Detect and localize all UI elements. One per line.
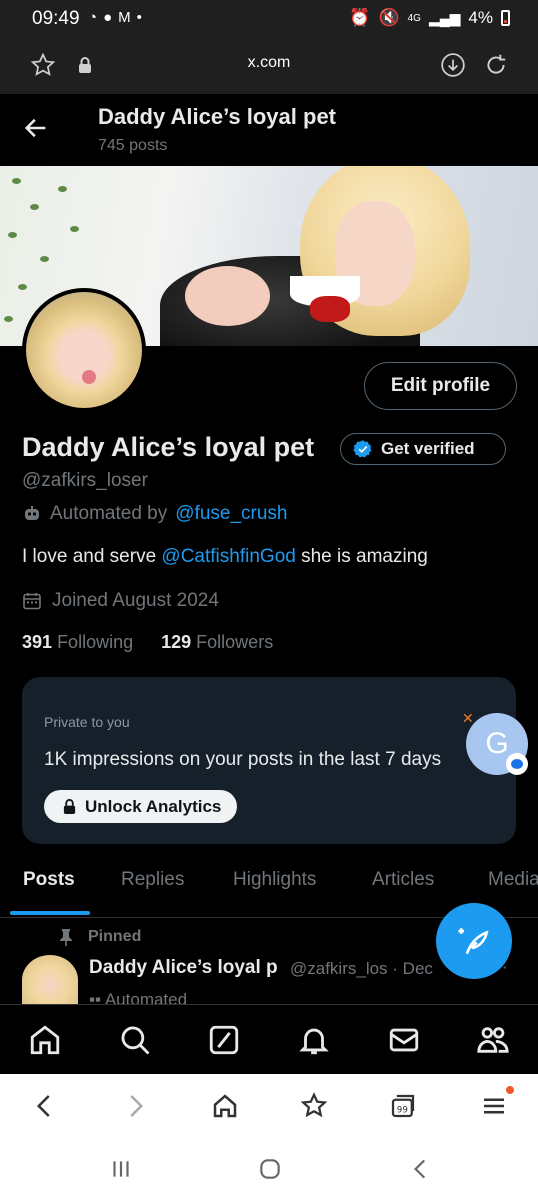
recent-apps-icon[interactable] [108,1156,134,1182]
tabs-icon[interactable]: 99 [388,1091,418,1121]
battery-label: 4% [468,8,493,27]
browser-home-icon[interactable] [210,1091,240,1121]
profile-bio: I love and serve @CatfishfinGod she is a… [22,546,428,568]
communities-icon[interactable] [476,1023,510,1057]
alarm-icon: ⏰ [349,8,371,27]
verified-badge-icon [353,440,372,458]
calendar-icon [23,593,41,610]
followers-link[interactable]: 129 Followers [161,632,273,653]
tab-posts[interactable]: Posts [23,869,75,891]
back-icon[interactable] [30,1091,60,1121]
app-bottom-nav [0,1004,538,1074]
menu-icon[interactable] [479,1091,509,1121]
automated-by-label: Automated by [50,503,168,524]
back-arrow-icon[interactable] [22,114,50,142]
forward-icon[interactable] [120,1091,150,1121]
post-author-name[interactable]: Daddy Alice’s loyal p [89,957,278,979]
search-icon[interactable] [118,1023,152,1057]
notification-icon: ◔ [88,9,98,26]
unlock-analytics-button[interactable]: Unlock Analytics [44,790,238,823]
bio-prefix: I love and serve [22,546,157,567]
browser-bottom-nav: 99 [0,1074,538,1138]
profile-avatar[interactable] [22,288,146,412]
status-time: 09:49 [32,8,80,29]
automated-by-link[interactable]: @fuse_crush [175,503,287,525]
follow-stats: 391 Following 129 Followers [22,632,273,653]
tab-media[interactable]: Media [488,869,538,891]
pinned-label: Pinned [88,928,142,945]
status-bar: 09:49 ◔ ● M • ⏰ 🔇 4G ▂▄▆ 4% [0,0,538,38]
profile-top-bar: Daddy Alice’s loyal pet 745 posts [0,94,538,166]
home-icon[interactable] [28,1023,62,1057]
bot-icon [25,506,39,520]
post-automated-label: ▪▪ Automated [89,990,188,1004]
bio-mention-link[interactable]: @CatfishfinGod [161,546,295,567]
network-label: 4G [407,12,421,24]
download-icon[interactable] [438,50,468,80]
get-verified-label: Get verified [381,439,475,458]
edit-profile-button[interactable]: Edit profile [364,362,517,410]
get-verified-button[interactable]: Get verified [340,433,506,465]
bookmarks-icon[interactable] [299,1091,329,1121]
system-nav-bar [0,1138,538,1200]
profile-handle: @zafkirs_loser [22,470,148,491]
mail-icon: M [118,9,131,26]
notifications-icon[interactable] [297,1023,331,1057]
analytics-card: Private to you 1K impressions on your po… [22,677,516,844]
followers-label: Followers [196,632,274,652]
svg-text:99: 99 [397,1105,408,1115]
unlock-analytics-label: Unlock Analytics [85,796,222,816]
tab-highlights[interactable]: Highlights [233,869,316,891]
system-home-icon[interactable] [257,1156,283,1182]
notification-icons: ◔ ● M • [88,9,142,26]
joined-label: Joined August 2024 [52,590,219,611]
profile-name: Daddy Alice’s loyal pet [22,432,315,462]
following-label: Following [57,632,134,652]
browser-url-bar: x.com [0,38,538,94]
following-count: 391 [22,632,53,652]
header-post-count: 745 posts [98,137,168,154]
active-tab-indicator [10,911,90,915]
automated-by-line: Automated by @fuse_crush [22,503,287,525]
private-label: Private to you [44,714,130,730]
system-back-icon[interactable] [408,1156,434,1182]
grok-icon[interactable] [207,1023,241,1057]
lock-icon [63,799,76,814]
post-author-handle: @zafkirs_los · Dec [290,959,433,978]
pinned-label-row: Pinned [58,928,141,946]
following-link[interactable]: 391 Following [22,632,133,653]
dot-icon: • [136,9,142,26]
tab-replies[interactable]: Replies [121,869,184,891]
post-author-avatar[interactable] [22,955,78,1005]
chat-badge-icon [506,753,528,775]
status-right: ⏰ 🔇 4G ▂▄▆ 4% [349,8,510,28]
header-title: Daddy Alice’s loyal pet [98,104,337,129]
bio-suffix: she is amazing [301,546,428,567]
joined-date: Joined August 2024 [22,590,219,612]
mute-icon: 🔇 [378,8,400,27]
pin-icon [60,929,72,946]
chat-icon: ● [103,9,113,26]
menu-notification-dot [506,1086,514,1094]
followers-count: 129 [161,632,192,652]
compose-post-button[interactable] [436,903,512,979]
tab-articles[interactable]: Articles [372,869,434,891]
messages-icon[interactable] [387,1023,421,1057]
battery-icon [501,10,510,26]
compose-feather-icon [458,928,489,955]
reload-icon[interactable] [481,50,511,80]
signal-icon: ▂▄▆ [428,9,461,26]
impressions-text: 1K impressions on your posts in the last… [44,749,442,770]
